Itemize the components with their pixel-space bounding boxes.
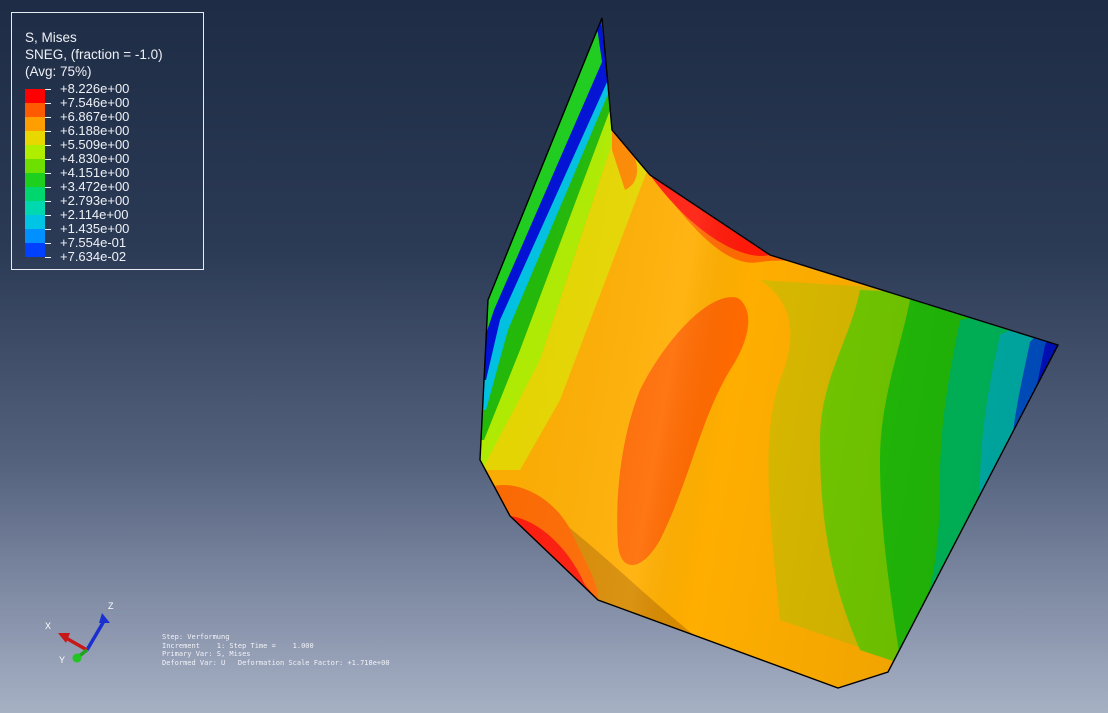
legend-value: +7.546e+00 (60, 95, 130, 110)
legend-value: +4.151e+00 (60, 165, 130, 180)
legend-title: S, Mises (25, 30, 77, 45)
legend-swatch (25, 187, 45, 201)
legend-tick (45, 89, 51, 90)
z-axis-label: Z (108, 601, 114, 611)
legend-tick (45, 215, 51, 216)
legend-swatch (25, 201, 45, 215)
legend-swatch (25, 215, 45, 229)
z-axis-arrow (85, 620, 106, 651)
legend-swatch (25, 117, 45, 131)
increment-line: Increment 1: Step Time = 1.000 (162, 641, 314, 650)
x-axis-arrow (65, 636, 88, 652)
legend-value: +7.554e-01 (60, 235, 127, 250)
legend-subtitle: SNEG, (fraction = -1.0) (25, 47, 163, 62)
legend-value: +7.634e-02 (60, 249, 127, 264)
deformed-var-line: Deformed Var: U Deformation Scale Factor… (162, 658, 390, 667)
legend-swatch (25, 103, 45, 117)
step-info-block: Step: Verformung Increment 1: Step Time =… (162, 633, 390, 667)
y-axis-label: Y (59, 655, 65, 665)
legend-tick (45, 103, 51, 104)
contour-legend: S, Mises SNEG, (fraction = -1.0) (Avg: 7… (11, 12, 204, 270)
legend-value: +2.793e+00 (60, 193, 130, 208)
primary-var-line: Primary Var: S, Mises (162, 650, 251, 659)
view-triad[interactable]: Z X Y (40, 595, 130, 675)
legend-swatch (25, 131, 45, 145)
legend-tick (45, 257, 51, 258)
legend-value: +8.226e+00 (60, 81, 130, 96)
legend-value: +3.472e+00 (60, 179, 130, 194)
step-line: Step: Verformung (162, 633, 230, 641)
legend-swatch (25, 89, 45, 103)
legend-tick (45, 131, 51, 132)
deformed-blade-model (480, 18, 1058, 688)
legend-swatch (25, 159, 45, 173)
legend-averaging: (Avg: 75%) (25, 64, 92, 79)
legend-value: +6.867e+00 (60, 109, 130, 124)
z-axis-head (99, 613, 110, 623)
y-axis-head (72, 653, 82, 663)
legend-swatch (25, 145, 45, 159)
legend-swatch (25, 229, 45, 243)
legend-value: +2.114e+00 (60, 207, 129, 222)
legend-tick (45, 229, 51, 230)
legend-tick (45, 117, 51, 118)
legend-tick (45, 187, 51, 188)
shading-overlay (480, 18, 1058, 688)
x-axis-label: X (45, 621, 51, 631)
legend-swatch (25, 243, 45, 257)
legend-value: +5.509e+00 (60, 137, 130, 152)
legend-tick (45, 159, 51, 160)
legend-value: +4.830e+00 (60, 151, 130, 166)
legend-swatch (25, 173, 45, 187)
legend-tick (45, 201, 51, 202)
legend-value: +6.188e+00 (60, 123, 130, 138)
legend-tick (45, 243, 51, 244)
legend-tick (45, 145, 51, 146)
legend-value: +1.435e+00 (60, 221, 130, 236)
legend-tick (45, 173, 51, 174)
